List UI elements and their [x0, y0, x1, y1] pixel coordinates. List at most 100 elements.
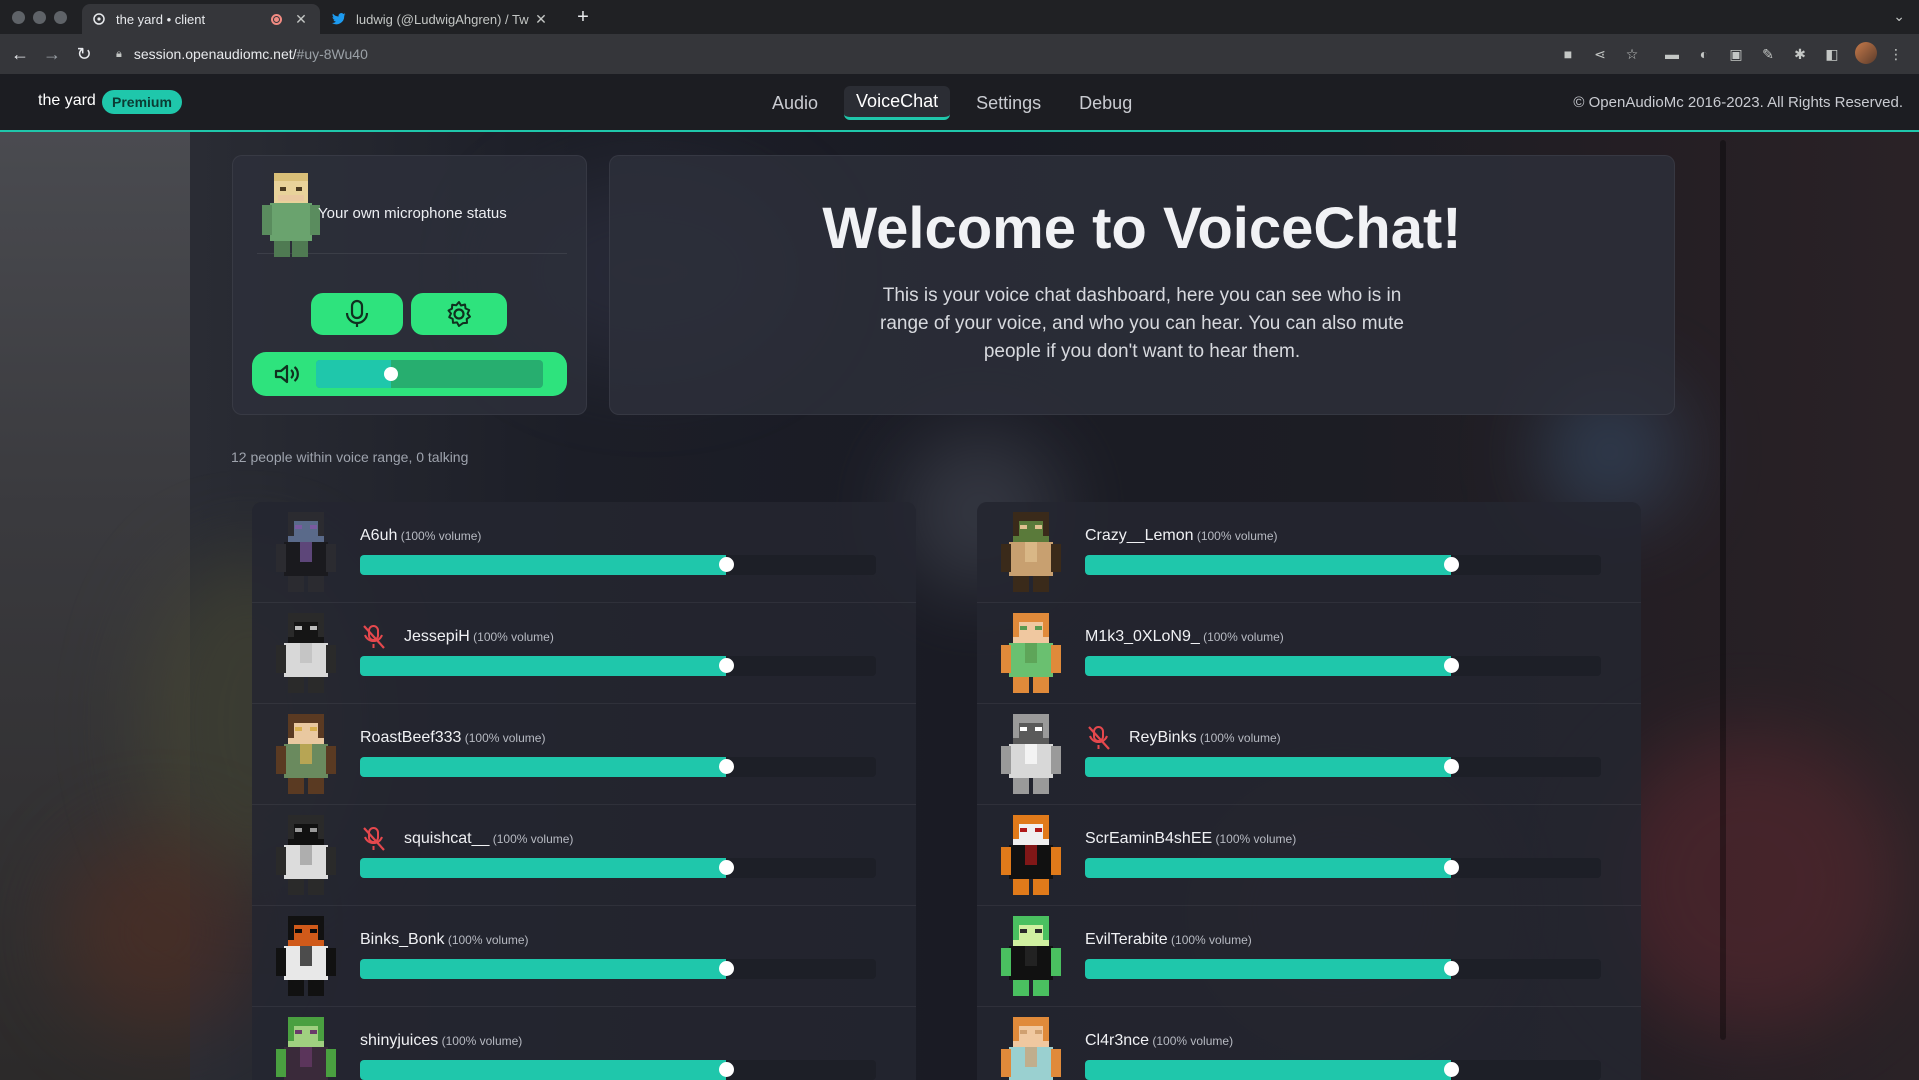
extension-box-icon[interactable]: ▣ [1726, 44, 1746, 64]
player-volume-fill [360, 1060, 727, 1080]
player-name: ScrEaminB4shEE (100% volume) [1085, 830, 1296, 848]
welcome-title: Welcome to VoiceChat! [822, 196, 1462, 261]
player-row: Binks_Bonk (100% volume) [252, 906, 916, 1007]
browser-menu-icon[interactable]: ⋮ [1886, 44, 1906, 64]
tab-settings[interactable]: Settings [964, 86, 1053, 120]
window-maximize-dot[interactable] [54, 11, 67, 24]
player-avatar [999, 714, 1063, 799]
share-icon[interactable]: ⋖ [1590, 44, 1610, 64]
player-volume-slider[interactable] [360, 757, 876, 777]
tab-title: the yard • client [116, 11, 206, 27]
player-volume-slider[interactable] [360, 656, 876, 676]
browser-tab-twitter[interactable]: ludwig (@LudwigAhgren) / Tw ✕ [322, 4, 560, 34]
player-volume-slider[interactable] [360, 959, 876, 979]
player-name-text: ReyBinks [1129, 729, 1197, 746]
window-minimize-dot[interactable] [33, 11, 46, 24]
player-volume-label: (100% volume) [1193, 529, 1278, 543]
extension-moon-icon[interactable]: ◐ [1694, 44, 1714, 64]
player-volume-fill [1085, 959, 1452, 979]
profile-avatar[interactable] [1855, 42, 1877, 64]
player-row: shinyjuices (100% volume) [252, 1007, 916, 1080]
voice-settings-button[interactable] [411, 293, 507, 335]
player-name-text: squishcat__ [404, 830, 490, 847]
player-volume-slider[interactable] [360, 555, 876, 575]
app-header: the yard Premium Audio VoiceChat Setting… [0, 74, 1919, 132]
player-name: shinyjuices (100% volume) [360, 1032, 522, 1050]
side-panel-icon[interactable]: ◧ [1822, 44, 1842, 64]
extension-pencil-icon[interactable]: ✎ [1758, 44, 1778, 64]
player-volume-label: (100% volume) [1149, 1034, 1234, 1048]
player-avatar [999, 815, 1063, 900]
tab-voicechat[interactable]: VoiceChat [844, 86, 951, 120]
player-avatar [274, 512, 338, 597]
own-volume-control [252, 352, 567, 396]
player-volume-fill [1085, 555, 1452, 575]
player-row: Cl4r3nce (100% volume) [977, 1007, 1641, 1080]
player-volume-slider[interactable] [1085, 858, 1601, 878]
own-volume-slider[interactable] [316, 360, 543, 388]
player-volume-track [1085, 959, 1601, 979]
player-volume-slider[interactable] [1085, 656, 1601, 676]
player-volume-track [360, 858, 876, 878]
reload-icon[interactable]: ↻ [72, 42, 96, 66]
player-volume-slider[interactable] [1085, 959, 1601, 979]
player-volume-fill [360, 858, 727, 878]
welcome-description: This is your voice chat dashboard, here … [880, 285, 1404, 362]
player-volume-fill [360, 757, 727, 777]
player-name-text: Binks_Bonk [360, 931, 445, 948]
camera-icon[interactable]: ■ [1558, 44, 1578, 64]
player-row: M1k3_0XLoN9_ (100% volume) [977, 603, 1641, 704]
tab-audio[interactable]: Audio [760, 86, 830, 120]
voice-range-summary: 12 people within voice range, 0 talking [231, 449, 469, 465]
player-row: squishcat__ (100% volume) [252, 805, 916, 906]
new-tab-icon[interactable]: + [572, 6, 594, 28]
player-volume-label: (100% volume) [438, 1034, 523, 1048]
tab-debug[interactable]: Debug [1067, 86, 1144, 120]
player-avatar [999, 916, 1063, 1001]
own-volume-fill [316, 360, 391, 388]
microphone-off-icon [360, 825, 388, 853]
player-volume-track [360, 1060, 876, 1080]
back-arrow-icon[interactable]: ← [8, 42, 32, 66]
address-bar[interactable]: 🔒︎ session.openaudiomc.net/#uy-8Wu40 [116, 40, 1516, 68]
url-host: session.openaudiomc.net/ [133, 46, 297, 62]
player-volume-slider[interactable] [1085, 1060, 1601, 1080]
player-avatar [274, 1017, 338, 1080]
extension-bitwarden-icon[interactable]: ▬ [1662, 44, 1682, 64]
player-volume-track [1085, 656, 1601, 676]
forward-arrow-icon[interactable]: → [40, 42, 64, 66]
page-scrollbar[interactable] [1720, 140, 1726, 1040]
extensions-puzzle-icon[interactable]: ✱ [1790, 44, 1810, 64]
close-tab-icon[interactable]: ✕ [532, 10, 550, 28]
tab-search-chevron-icon[interactable]: ⌄ [1893, 8, 1905, 25]
player-row: ScrEaminB4shEE (100% volume) [977, 805, 1641, 906]
main-nav: Audio VoiceChat Settings Debug [760, 86, 1144, 120]
player-avatar [274, 613, 338, 698]
player-volume-label: (100% volume) [1212, 832, 1297, 846]
player-volume-label: (100% volume) [461, 731, 546, 745]
player-volume-slider[interactable] [360, 1060, 876, 1080]
player-avatar [999, 512, 1063, 597]
browser-tab-client[interactable]: the yard • client ✕ [82, 4, 320, 34]
close-tab-icon[interactable]: ✕ [292, 10, 310, 28]
player-volume-slider[interactable] [1085, 757, 1601, 777]
player-volume-fill [1085, 757, 1452, 777]
own-player-avatar [262, 173, 320, 257]
openaudiomc-favicon-icon [92, 12, 106, 26]
player-name-text: Crazy__Lemon [1085, 527, 1194, 544]
player-volume-track [360, 656, 876, 676]
window-close-dot[interactable] [12, 11, 25, 24]
player-list-left: A6uh (100% volume) JessepiH (100% volume… [252, 502, 916, 1080]
twitter-bird-icon [332, 12, 346, 26]
player-name: Binks_Bonk (100% volume) [360, 931, 529, 949]
player-volume-slider[interactable] [360, 858, 876, 878]
copyright-text: © OpenAudioMc 2016-2023. All Rights Rese… [1573, 94, 1903, 111]
player-volume-slider[interactable] [1085, 555, 1601, 575]
bookmark-star-icon[interactable]: ☆ [1622, 44, 1642, 64]
player-volume-track [1085, 757, 1601, 777]
player-volume-fill [1085, 858, 1452, 878]
microphone-toggle-button[interactable] [311, 293, 403, 335]
player-volume-fill [360, 959, 727, 979]
own-volume-knob[interactable] [383, 367, 398, 381]
player-volume-track [360, 959, 876, 979]
